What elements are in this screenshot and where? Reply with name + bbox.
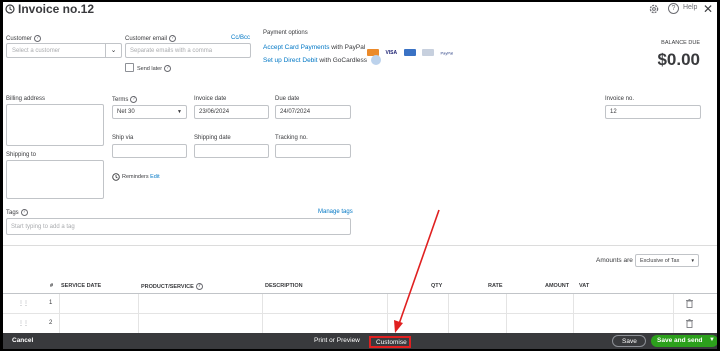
terms-label: Terms? (112, 96, 138, 103)
payment-options-label: Payment options (263, 30, 308, 36)
ship-via-label: Ship via (112, 135, 134, 141)
amounts-are-label: Amounts are (596, 257, 633, 264)
amounts-are-value: Exclusive of Tax (640, 258, 680, 264)
amex-icon (403, 49, 416, 57)
col-qty: QTY (431, 283, 443, 289)
cancel-button[interactable]: Cancel (12, 337, 33, 344)
shipping-to-field[interactable] (6, 160, 104, 199)
chevron-down-icon[interactable]: ⌄ (105, 44, 121, 57)
invoice-date-label: Invoice date (194, 96, 227, 102)
col-description: DESCRIPTION (265, 283, 303, 289)
shipping-date-field[interactable] (194, 144, 269, 158)
due-date-field[interactable]: 24/07/2024 (275, 105, 351, 119)
customer-label: Customer? (6, 35, 42, 42)
direct-debit-link[interactable]: Set up Direct Debit (263, 57, 318, 64)
email-label: Customer email? (125, 35, 177, 42)
gear-icon[interactable] (648, 3, 660, 15)
tags-placeholder: Start typing to add a tag (11, 224, 75, 230)
invoice-no-value: 12 (610, 109, 617, 115)
reminders-edit-link[interactable]: Edit (150, 174, 159, 180)
col-number: # (50, 283, 54, 289)
reminders-label: Reminders Edit (122, 174, 160, 180)
invoice-date-field[interactable]: 23/06/2024 (194, 105, 269, 119)
maestro-icon (422, 49, 435, 57)
caret-down-icon: ▼ (690, 258, 695, 263)
invoice-no-label: Invoice no. (605, 96, 635, 102)
help-label[interactable]: Help (683, 4, 697, 11)
shipping-to-label: Shipping to (6, 152, 37, 158)
tags-label: Tags? (6, 209, 28, 216)
invoice-no-field[interactable]: 12 (605, 105, 701, 119)
invoice-date-value: 23/06/2024 (199, 109, 230, 115)
trash-icon[interactable] (686, 319, 693, 328)
visa-icon: VISA (385, 49, 398, 56)
caret-down-icon: ▼ (177, 109, 182, 115)
drag-handle-icon[interactable]: ⋮⋮ (18, 300, 29, 307)
invoice-window: Invoice no.12 ? Help ✕ Customer? Select … (3, 2, 717, 349)
clock-icon (112, 173, 120, 181)
email-field[interactable]: Separate emails with a comma (125, 43, 251, 58)
tracking-no-field[interactable] (275, 144, 351, 158)
history-icon[interactable] (5, 4, 15, 14)
info-icon: ? (20, 209, 28, 216)
terms-select[interactable]: Net 30 ▼ (112, 105, 187, 119)
save-and-send-button[interactable]: Save and send ▼ (651, 335, 717, 347)
paypal-icon: PayPal (440, 50, 454, 56)
line-items-header: # SERVICE DATE PRODUCT/SERVICE? DESCRIPT… (3, 279, 717, 294)
page-title: Invoice no.12 (18, 2, 95, 16)
help-icon[interactable]: ? (668, 3, 679, 14)
due-date-label: Due date (275, 96, 300, 102)
row-number: 2 (49, 320, 53, 326)
save-label: Save (622, 338, 637, 345)
footer-bar: Cancel Print or Preview Customise Save S… (3, 333, 717, 349)
customer-select[interactable]: Select a customer ⌄ (6, 43, 122, 58)
terms-value: Net 30 (117, 109, 135, 115)
col-vat: VAT (579, 283, 590, 289)
amounts-are-select[interactable]: Exclusive of Tax ▼ (635, 254, 699, 267)
col-rate: RATE (488, 283, 503, 289)
info-icon: ? (195, 283, 203, 290)
due-date-value: 24/07/2024 (280, 109, 311, 115)
balance-due-value: $0.00 (657, 50, 700, 69)
table-row[interactable]: ⋮⋮ 1 (3, 294, 717, 314)
info-icon: ? (130, 96, 138, 103)
info-icon: ? (169, 35, 177, 42)
accept-card-link[interactable]: Accept Card Payments (263, 44, 329, 51)
caret-down-icon[interactable]: ▼ (709, 337, 715, 343)
section-divider (3, 245, 717, 246)
save-button[interactable]: Save (612, 335, 646, 347)
gocardless-icon (371, 55, 381, 65)
email-placeholder: Separate emails with a comma (130, 48, 213, 54)
col-product-service: PRODUCT/SERVICE? (141, 283, 203, 290)
save-and-send-label: Save and send (657, 337, 703, 344)
billing-address-label: Billing address (6, 96, 46, 102)
title-bar: Invoice no.12 ? Help ✕ (3, 2, 717, 20)
shipping-date-label: Shipping date (194, 135, 231, 141)
table-row[interactable]: ⋮⋮ 2 (3, 314, 717, 334)
tracking-no-label: Tracking no. (275, 135, 308, 141)
send-later-label: Send later? (137, 65, 172, 72)
customise-button[interactable]: Customise (369, 336, 411, 348)
info-icon: ? (34, 35, 42, 42)
customise-label: Customise (376, 339, 407, 346)
drag-handle-icon[interactable]: ⋮⋮ (18, 320, 29, 327)
close-icon[interactable]: ✕ (703, 2, 713, 16)
balance-due-label: BALANCE DUE (661, 40, 700, 46)
col-amount: AMOUNT (545, 283, 570, 289)
customer-placeholder: Select a customer (12, 48, 61, 54)
trash-icon[interactable] (686, 299, 693, 308)
cc-bcc-link[interactable]: Cc/Bcc (231, 35, 250, 41)
send-later-checkbox[interactable] (125, 63, 134, 72)
manage-tags-link[interactable]: Manage tags (318, 209, 353, 215)
col-service-date: SERVICE DATE (61, 283, 102, 289)
print-preview-button[interactable]: Print or Preview (314, 337, 360, 344)
direct-debit-row: Set up Direct Debit with GoCardless (263, 57, 368, 64)
card-payment-row: Accept Card Payments with PayPal (263, 44, 366, 51)
tags-input[interactable]: Start typing to add a tag (6, 218, 351, 235)
row-number: 1 (49, 300, 53, 306)
ship-via-field[interactable] (112, 144, 187, 158)
billing-address-field[interactable] (6, 104, 104, 146)
info-icon: ? (164, 65, 172, 72)
